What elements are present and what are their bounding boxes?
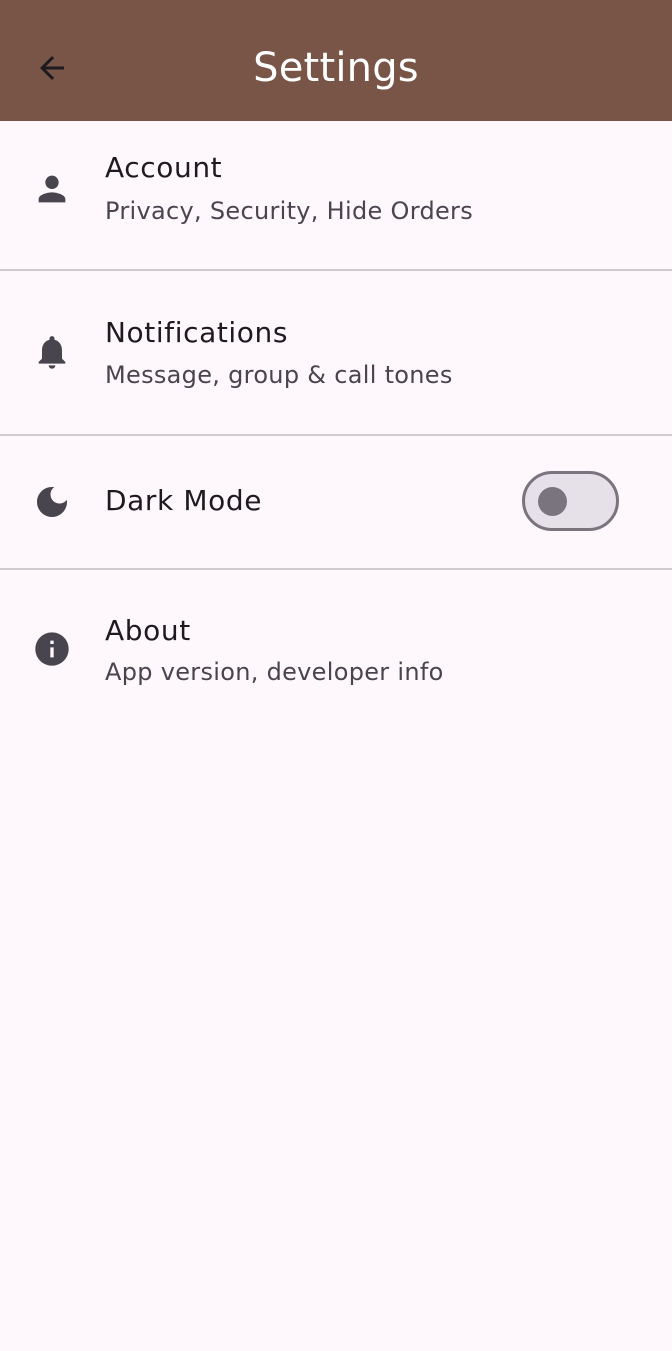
dark-mode-title: Dark Mode (105, 484, 263, 517)
settings-item-dark-mode[interactable]: Dark Mode (0, 436, 672, 570)
toggle-knob (538, 487, 567, 516)
settings-list: Account Privacy, Security, Hide Orders N… (0, 121, 672, 720)
info-icon (32, 629, 72, 669)
notifications-title: Notifications (105, 316, 289, 349)
settings-item-about[interactable]: About App version, developer info (0, 570, 672, 720)
settings-item-account[interactable]: Account Privacy, Security, Hide Orders (0, 121, 672, 271)
bell-icon (32, 332, 72, 372)
account-title: Account (105, 151, 223, 184)
dark-mode-toggle[interactable] (522, 471, 619, 531)
moon-icon (32, 482, 72, 522)
notifications-subtitle: Message, group & call tones (105, 361, 453, 389)
settings-item-notifications[interactable]: Notifications Message, group & call tone… (0, 271, 672, 436)
about-subtitle: App version, developer info (105, 658, 444, 686)
about-title: About (105, 614, 191, 647)
page-title: Settings (253, 45, 419, 91)
person-icon (32, 169, 72, 209)
app-bar: Settings (0, 0, 672, 121)
account-subtitle: Privacy, Security, Hide Orders (105, 197, 474, 225)
